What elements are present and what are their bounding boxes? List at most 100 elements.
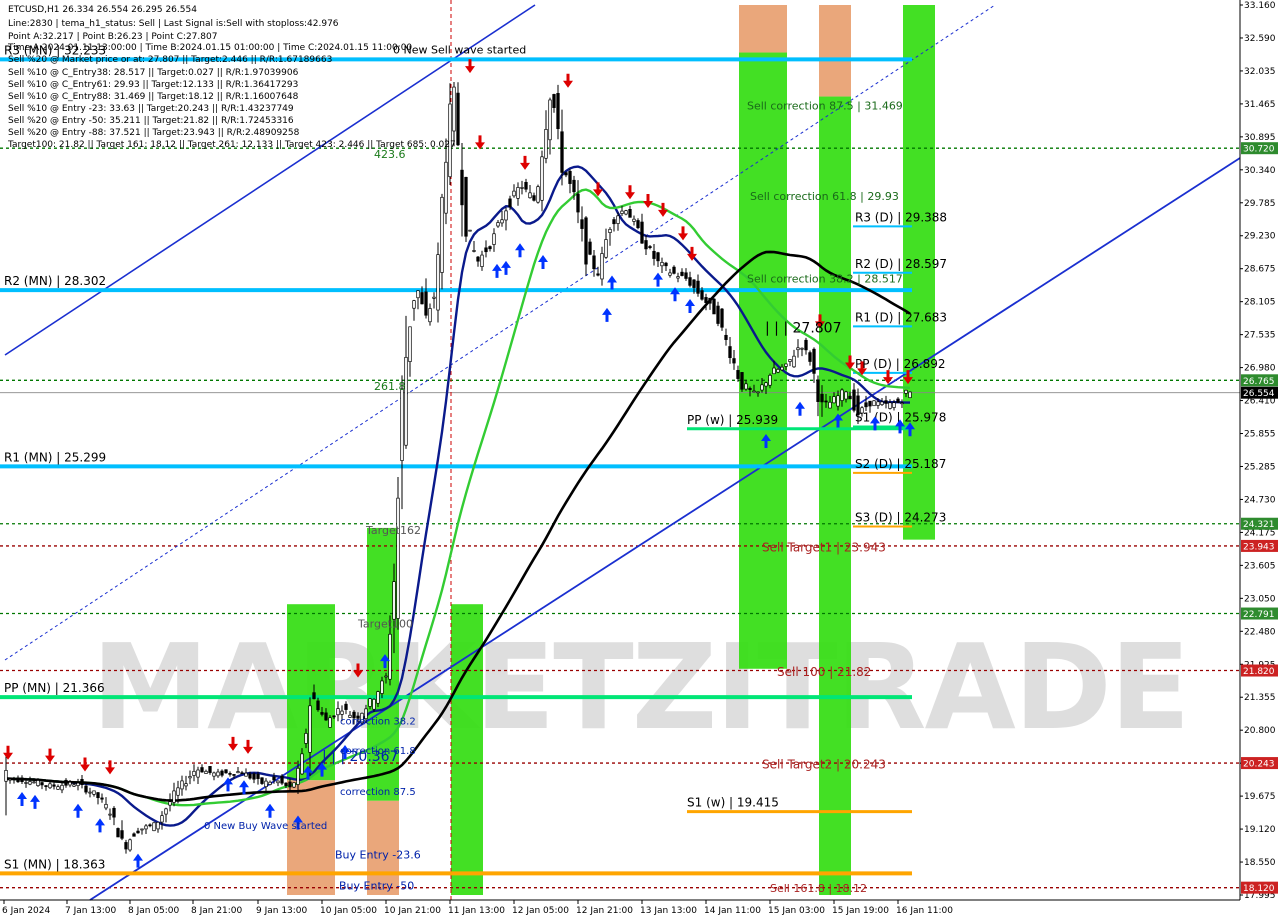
candle-body: [580, 219, 584, 229]
candle-body: [32, 781, 36, 784]
price-tag-label: 26.554: [1243, 389, 1275, 399]
candle-body: [504, 210, 508, 221]
candle-body: [528, 192, 532, 199]
time-tick-label: 8 Jan 05:00: [128, 906, 180, 916]
annotation-label: correction 87.5: [340, 787, 416, 798]
candle-body: [692, 279, 696, 288]
chart-background: [0, 0, 1280, 920]
candle-body: [684, 272, 688, 279]
candle-body: [616, 215, 620, 224]
candle-body: [376, 691, 380, 704]
candle: [720, 307, 724, 331]
candle-body: [816, 379, 820, 402]
watermark-logo: MARKETZITRADE: [92, 618, 1189, 756]
candle-body: [444, 161, 448, 214]
candle-body: [896, 398, 900, 403]
candle-body: [28, 781, 32, 785]
candle-body: [540, 156, 544, 201]
candle-body: [556, 93, 560, 130]
candle-body: [324, 712, 328, 721]
candle-body: [204, 770, 208, 774]
info-line: Target100: 21.82 || Target 161: 18.12 ||…: [7, 140, 456, 150]
candle-body: [52, 784, 56, 787]
candle-body: [112, 807, 116, 818]
candle-body: [788, 359, 792, 362]
candle-body: [628, 209, 632, 218]
candle-body: [420, 292, 424, 305]
price-tick-label: 23.605: [1244, 561, 1276, 571]
candle-body: [512, 190, 516, 197]
candle-body: [904, 389, 908, 394]
candle-body: [84, 785, 88, 793]
candle: [536, 184, 540, 204]
candle-body: [704, 297, 708, 304]
candle-body: [568, 170, 572, 184]
info-line: Sell %10 @ C_Entry61: 29.93 || Target:12…: [8, 80, 298, 90]
candle-body: [300, 753, 304, 775]
candle-body: [264, 780, 268, 787]
candle-body: [828, 401, 832, 409]
candle-body: [336, 708, 340, 716]
candle-body: [832, 396, 836, 404]
candle-body: [412, 300, 416, 309]
candle-body: [560, 131, 564, 173]
candle-body: [400, 388, 404, 461]
candle-body: [72, 784, 76, 787]
candle-body: [168, 801, 172, 806]
candle-body: [524, 181, 528, 190]
candle-body: [668, 272, 672, 276]
candle-body: [780, 366, 784, 371]
info-line: Line:2830 | tema_h1_status: Sell | Last …: [8, 19, 339, 29]
candle-body: [452, 86, 456, 132]
symbol-line: ETCUSD,H1 26.334 26.554 26.295 26.554: [8, 5, 197, 15]
price-tag-label: 24.321: [1243, 520, 1275, 530]
candle: [908, 391, 912, 399]
candle-body: [432, 296, 436, 299]
candle-body: [36, 780, 40, 787]
mn-level-label: PP (MN) | 21.366: [4, 681, 105, 695]
candle-body: [12, 777, 16, 781]
candle-body: [88, 791, 92, 794]
price-tick-label: 27.535: [1244, 331, 1276, 341]
price-tick-label: 30.340: [1244, 166, 1276, 176]
candle-body: [328, 717, 332, 728]
candle-body: [612, 219, 616, 225]
candle-body: [252, 773, 256, 780]
candle-body: [648, 246, 652, 249]
candle-body: [280, 775, 284, 784]
candle-body: [20, 777, 24, 783]
candle-body: [100, 797, 104, 800]
candle-body: [544, 129, 548, 159]
candle-body: [240, 772, 244, 775]
candle-body: [132, 833, 136, 837]
candle-body: [600, 253, 604, 280]
candle-body: [76, 782, 80, 787]
candle-body: [900, 402, 904, 405]
candle-body: [812, 348, 816, 374]
candle: [128, 838, 132, 852]
price-axis[interactable]: 33.160 32.590 32.035 31.465 30.895 30.340 29.7…: [1239, 0, 1280, 920]
candle-body: [296, 767, 300, 785]
candle-body: [696, 280, 700, 294]
time-tick-label: 9 Jan 13:00: [256, 906, 308, 916]
candle-body: [608, 228, 612, 233]
time-tick-label: 10 Jan 05:00: [320, 906, 377, 916]
mn-level-label: R1 (MN) | 25.299: [4, 450, 106, 464]
candle-body: [716, 305, 720, 324]
candle-body: [4, 770, 8, 782]
candle-body: [768, 374, 772, 386]
candle-body: [732, 358, 736, 364]
annotation-label: Buy Entry -23.6: [335, 848, 421, 861]
candle: [396, 477, 400, 630]
candle-body: [120, 830, 124, 839]
annotation-label: | | | 27.807: [765, 320, 842, 336]
candle-body: [760, 384, 764, 391]
candle-body: [144, 825, 148, 830]
annotation-label: Sell Target2 | 20.243: [762, 758, 886, 772]
candle-body: [316, 700, 320, 711]
price-chart[interactable]: MARKETZITRADE R3 (MN) | 32.233R2 (MN) | …: [0, 0, 1280, 920]
candle-body: [260, 777, 264, 784]
candle-body: [124, 842, 128, 850]
candle-body: [640, 221, 644, 244]
candle-body: [764, 382, 768, 387]
